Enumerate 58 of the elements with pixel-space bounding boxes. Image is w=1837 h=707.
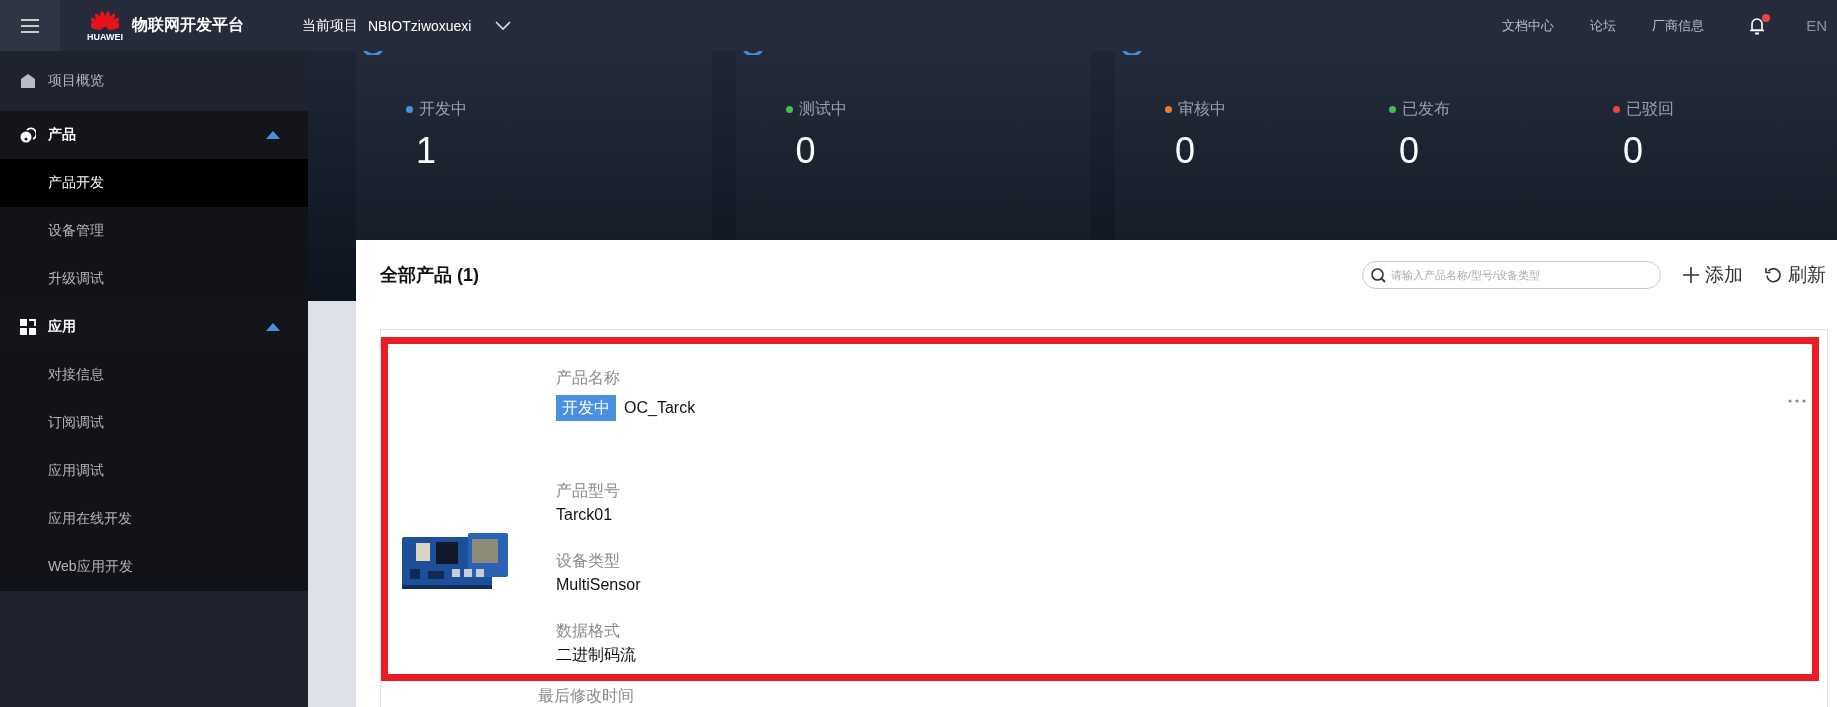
stat-label: 已发布 [1402, 99, 1450, 119]
sidebar-item[interactable]: 产品开发 [0, 159, 308, 207]
sidebar-item[interactable]: 设备管理 [0, 207, 308, 255]
nav-link[interactable]: 论坛 [1590, 16, 1617, 35]
search-icon [1371, 268, 1386, 283]
stat-value: 0 [795, 130, 816, 172]
more-icon[interactable] [1788, 399, 1806, 403]
field-label: 数据格式 [556, 621, 621, 641]
stat-value: 0 [1399, 130, 1420, 172]
stat-value: 0 [1623, 130, 1644, 172]
sidebar-item[interactable]: 订阅调试 [0, 399, 308, 447]
sidebar-group[interactable]: 产品 [0, 111, 308, 159]
sidebar-item[interactable]: Web应用开发 [0, 543, 308, 591]
project-label: 当前项目 [302, 16, 358, 35]
project-name: NBIOTziwoxuexi [368, 17, 472, 34]
caret-up-icon[interactable] [266, 131, 280, 139]
field-value: 二进制码流 [556, 645, 637, 665]
field-label: 产品型号 [556, 481, 621, 501]
refresh-icon [1765, 266, 1782, 284]
nav-link[interactable]: 文档中心 [1502, 16, 1555, 35]
sidebar-label: 应用 [48, 318, 77, 336]
stat-label: 审核中 [1178, 99, 1226, 119]
stat-value: 0 [1175, 130, 1196, 172]
search-field[interactable]: 请输入产品名称/型号/设备类型 [1362, 261, 1661, 289]
add-button[interactable]: 添加 [1683, 262, 1743, 288]
logo-icon [91, 9, 119, 32]
field-label: 产品名称 [556, 368, 621, 388]
chevron-down-icon[interactable] [495, 20, 512, 31]
stat-label: 开发中 [419, 99, 467, 119]
field-value: MultiSensor [556, 575, 642, 595]
sidebar-group[interactable]: 应用 [0, 303, 308, 351]
field-label: 最后修改时间 [538, 686, 635, 706]
language-link[interactable]: EN [1806, 17, 1827, 34]
home-icon [20, 73, 36, 89]
product-name: OC_Tarck [624, 398, 696, 418]
sidebar-item[interactable]: 升级调试 [0, 255, 308, 303]
sidebar-label: 项目概览 [48, 72, 105, 90]
stat-label: 已驳回 [1626, 99, 1674, 119]
field-label: 设备类型 [556, 551, 621, 571]
panel-title: 全部产品 (1) [380, 264, 480, 287]
stat-label: 测试中 [798, 99, 847, 119]
platform-title: 物联网开发平台 [132, 15, 244, 35]
sidebar-label: 产品 [48, 126, 77, 144]
nav-link[interactable]: 厂商信息 [1652, 16, 1705, 35]
plus-icon [1683, 267, 1699, 283]
status-tag: 开发中 [556, 395, 616, 421]
bell-icon[interactable] [1748, 15, 1767, 36]
caret-up-icon[interactable] [266, 323, 280, 331]
field-value: Tarck01 [556, 505, 614, 525]
sidebar-item[interactable]: 对接信息 [0, 351, 308, 399]
menu-icon[interactable] [0, 0, 60, 51]
stat-value: 1 [416, 130, 437, 172]
refresh-button[interactable]: 刷新 [1765, 262, 1826, 288]
sidebar-item[interactable]: 应用调试 [0, 447, 308, 495]
grid-icon [20, 319, 36, 335]
logo-text: HUAWEI [87, 31, 123, 42]
sidebar-item[interactable]: 应用在线开发 [0, 495, 308, 543]
product-icon [20, 127, 36, 143]
